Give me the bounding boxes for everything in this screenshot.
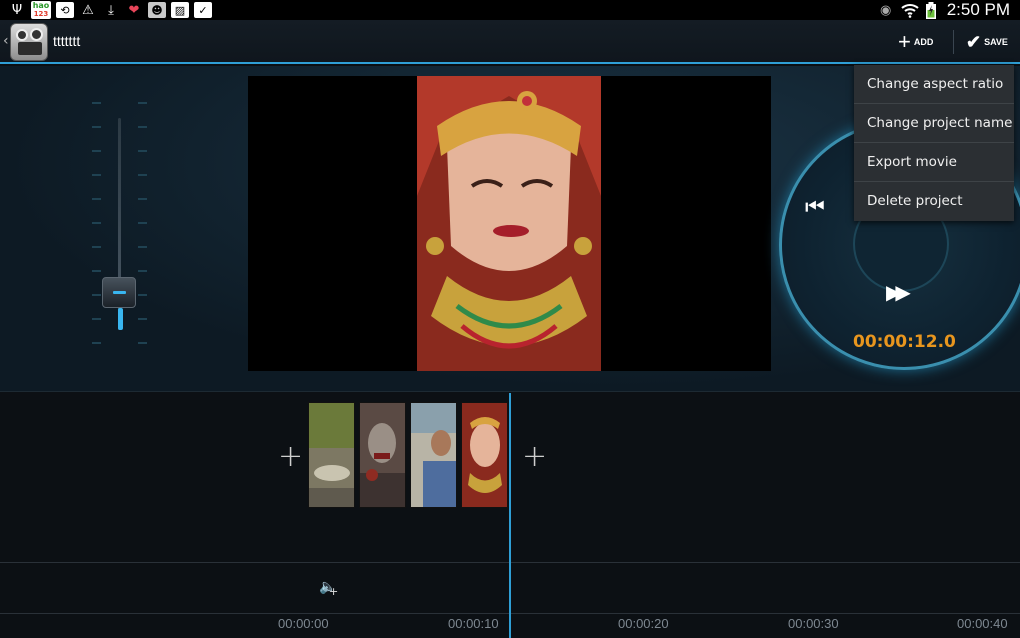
- add-audio-icon[interactable]: 🔈 +: [319, 579, 338, 598]
- add-button[interactable]: + ADD: [898, 20, 933, 64]
- menu-delete-project[interactable]: Delete project: [854, 182, 1014, 221]
- add-label: ADD: [913, 37, 934, 47]
- clock: 2:50 PM: [946, 0, 1010, 19]
- check-icon: ✔: [966, 31, 982, 52]
- menu-change-project-name[interactable]: Change project name: [854, 104, 1014, 143]
- eye-icon: ◉: [880, 2, 892, 18]
- wifi-icon: [901, 4, 919, 18]
- save-label: SAVE: [984, 37, 1008, 47]
- battery-icon: [925, 1, 936, 19]
- app-logo-icon[interactable]: [10, 23, 48, 61]
- volume-slider-fill: [118, 308, 123, 330]
- status-bar: Ψ hao 123 ⟲ ⚠ ⤓ ❤ ☻ ▨ ✓ ◉ 2:50 PM: [0, 0, 1020, 20]
- divider: [953, 30, 954, 54]
- ruler-label: 00:00:10: [448, 616, 499, 631]
- hao123-icon: hao 123: [31, 1, 51, 19]
- ruler-label: 00:00:00: [278, 616, 329, 631]
- clip-bride[interactable]: [461, 402, 508, 508]
- preview-photo: [417, 76, 601, 371]
- notification-icons: Ψ hao 123 ⟲ ⚠ ⤓ ❤ ☻ ▨ ✓: [0, 1, 212, 19]
- skip-to-start-icon[interactable]: ⏮: [805, 197, 825, 219]
- image-icon: ▨: [171, 2, 189, 18]
- system-icons: ◉ 2:50 PM: [877, 0, 1010, 20]
- menu-export-movie[interactable]: Export movie: [854, 143, 1014, 182]
- project-title[interactable]: ttttttt: [53, 33, 80, 49]
- fast-forward-icon[interactable]: ▶▶: [886, 282, 911, 302]
- ruler-label: 00:00:30: [788, 616, 839, 631]
- menu-change-aspect-ratio[interactable]: Change aspect ratio: [854, 65, 1014, 104]
- up-caret-icon[interactable]: ‹: [3, 33, 9, 49]
- clip-zombie-1[interactable]: [359, 402, 406, 508]
- sync-icon: ⟲: [56, 2, 74, 18]
- overflow-menu: Change aspect ratio Change project name …: [854, 65, 1014, 221]
- ruler-label: 00:00:20: [618, 616, 669, 631]
- warning-icon: ⚠: [82, 2, 94, 18]
- playhead[interactable]: [509, 393, 511, 638]
- volume-slider-handle[interactable]: [102, 277, 136, 308]
- clip-nature[interactable]: [308, 402, 355, 508]
- video-editor-screen: Ψ hao 123 ⟲ ⚠ ⤓ ❤ ☻ ▨ ✓ ◉ 2:50 PM ‹ tttt…: [0, 0, 1020, 638]
- save-button[interactable]: ✔ SAVE: [966, 20, 1008, 64]
- playback-timecode: 00:00:12.0: [853, 332, 956, 352]
- bag-icon: ✓: [194, 2, 212, 18]
- add-clip-after-icon[interactable]: +: [522, 442, 547, 472]
- zombie-app-icon: ☻: [148, 2, 166, 18]
- hao-label: hao: [32, 1, 50, 10]
- plus-icon: +: [898, 29, 911, 54]
- heart-app-icon: ❤: [128, 2, 140, 18]
- action-bar: ‹ ttttttt + ADD ✔ SAVE: [0, 20, 1020, 64]
- download-icon: ⤓: [108, 2, 114, 18]
- ruler-label: 00:00:40: [957, 616, 1008, 631]
- video-preview[interactable]: [248, 76, 771, 371]
- hao-number: 123: [33, 10, 49, 18]
- add-clip-before-icon[interactable]: +: [278, 442, 303, 472]
- clip-man[interactable]: [410, 402, 457, 508]
- usb-icon: Ψ: [11, 2, 23, 18]
